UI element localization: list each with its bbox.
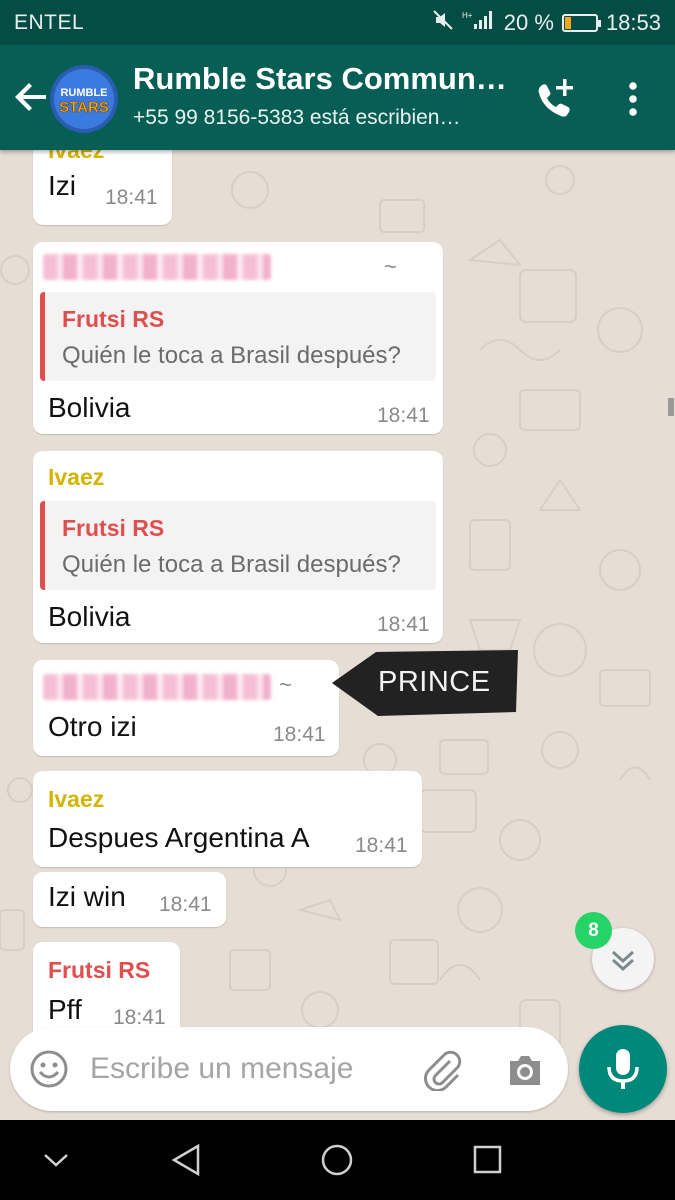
nav-collapse-icon <box>44 1154 68 1167</box>
message-bubble[interactable]: Ivaez Frutsi RS Quién le toca a Brasil d… <box>33 451 443 643</box>
sender-name[interactable]: Ivaez <box>48 150 104 164</box>
quoted-sender: Frutsi RS <box>62 515 165 541</box>
camera-button[interactable] <box>504 1049 546 1091</box>
signal-icon: H+ <box>462 9 496 37</box>
more-options-button[interactable] <box>615 77 651 121</box>
battery-icon <box>561 14 601 32</box>
message-bubble[interactable]: Ivaez Despues Argentina A 18:41 <box>33 771 422 867</box>
message-bubble[interactable]: ~ Frutsi RS Quién le toca a Brasil despu… <box>33 242 443 434</box>
battery-percent: 20 % <box>503 10 554 35</box>
chat-title[interactable]: Rumble Stars Commun… <box>133 61 513 97</box>
message-bubble[interactable]: Izi win 18:41 <box>33 872 226 927</box>
emoji-icon <box>30 1050 68 1088</box>
sender-name[interactable]: Ivaez <box>48 464 104 491</box>
chat-header: RUMBLE STARS Rumble Stars Commun… +55 99… <box>0 45 675 150</box>
nav-recents-button[interactable] <box>467 1140 507 1180</box>
sender-name[interactable]: Ivaez <box>48 786 104 813</box>
avatar-text-1: RUMBLE <box>60 87 107 99</box>
emoji-button[interactable] <box>28 1048 70 1090</box>
unread-count-badge: 8 <box>575 912 612 949</box>
nav-back-icon <box>171 1143 200 1177</box>
nav-recents-icon <box>473 1145 502 1174</box>
typing-status: +55 99 8156-5383 está escribien… <box>133 106 461 129</box>
status-bar: ENTEL H+ 20 % 18:53 <box>0 0 675 45</box>
group-avatar[interactable]: RUMBLE STARS <box>50 65 118 133</box>
message-input[interactable] <box>90 1049 410 1089</box>
message-time: 18:41 <box>355 834 408 857</box>
message-time: 18:41 <box>377 404 430 427</box>
quoted-text: Quién le toca a Brasil después? <box>62 551 401 578</box>
nav-home-icon <box>321 1144 353 1176</box>
redacted-sender <box>43 254 271 280</box>
quoted-text: Quién le toca a Brasil después? <box>62 342 401 369</box>
system-nav-bar <box>0 1120 675 1200</box>
message-time: 18:41 <box>273 723 326 746</box>
message-text: Bolivia <box>48 392 131 423</box>
message-time: 18:41 <box>377 613 430 636</box>
add-call-icon <box>538 79 573 117</box>
voice-message-button[interactable] <box>579 1025 667 1113</box>
mute-icon <box>432 9 454 37</box>
message-text: Despues Argentina A <box>48 822 310 853</box>
sender-tilde: ~ <box>384 254 397 279</box>
message-text: Pff <box>48 994 82 1025</box>
sender-tilde: ~ <box>279 672 292 697</box>
clock: 18:53 <box>605 10 661 35</box>
status-icons: H+ 20 % 18:53 <box>432 9 661 37</box>
message-composer <box>10 1027 568 1111</box>
quoted-sender: Frutsi RS <box>62 306 165 332</box>
quoted-message[interactable]: Frutsi RS Quién le toca a Brasil después… <box>40 292 436 381</box>
add-call-button[interactable] <box>530 75 580 125</box>
quoted-message[interactable]: Frutsi RS Quién le toca a Brasil después… <box>40 501 436 590</box>
message-text: Izi <box>48 170 76 201</box>
prince-label-text: PRINCE <box>378 666 491 698</box>
back-arrow-icon <box>15 83 46 111</box>
mic-icon <box>607 1049 639 1089</box>
back-button[interactable] <box>10 75 54 119</box>
attach-button[interactable] <box>420 1047 464 1092</box>
svg-text:H+: H+ <box>462 11 473 20</box>
message-time: 18:41 <box>159 893 212 916</box>
message-text: Izi win <box>48 881 126 912</box>
message-bubble[interactable]: ~ Otro izi 18:41 <box>33 660 339 756</box>
redacted-sender <box>43 674 271 700</box>
nav-collapse-button[interactable] <box>36 1140 76 1180</box>
avatar-text-2: STARS <box>59 99 109 116</box>
more-vert-icon <box>629 82 637 116</box>
nav-back-button[interactable] <box>166 1140 206 1180</box>
message-bubble[interactable]: Ivaez Izi 18:41 <box>33 150 172 225</box>
chat-area[interactable]: Ivaez Izi 18:41 ~ Frutsi RS Quién le toc… <box>0 150 675 1120</box>
scroll-indicator[interactable] <box>668 398 674 416</box>
message-time: 18:41 <box>105 186 158 209</box>
camera-icon <box>510 1056 540 1085</box>
message-text: Bolivia <box>48 601 131 632</box>
nav-home-button[interactable] <box>317 1140 357 1180</box>
attach-icon <box>424 1050 462 1092</box>
sender-name[interactable]: Frutsi RS <box>48 957 150 984</box>
carrier-name: ENTEL <box>14 11 85 34</box>
message-text: Otro izi <box>48 711 137 742</box>
